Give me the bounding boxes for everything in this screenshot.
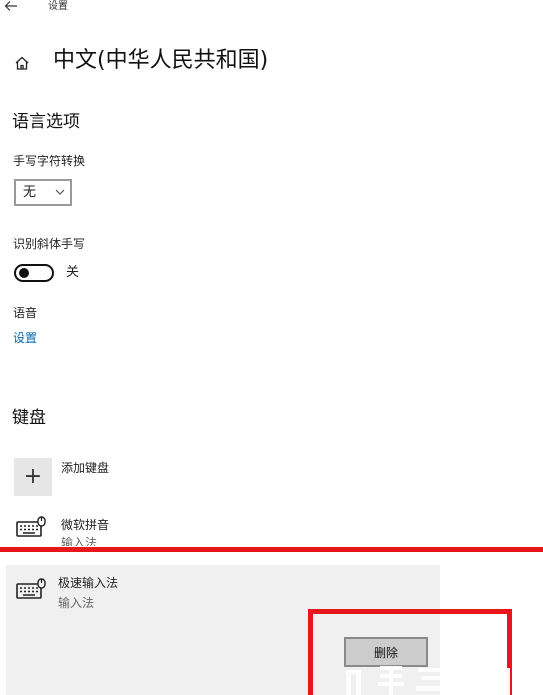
toggle-state-label: 关	[66, 265, 80, 280]
dropdown-value: 无	[23, 185, 37, 200]
handwriting-conversion-label: 手写字符转换	[13, 154, 86, 168]
keyboard-item-type: 输入法	[61, 536, 98, 546]
annotation-line	[0, 547, 543, 552]
keyboard-item-type: 输入法	[58, 596, 95, 610]
keyboard-item-name: 微软拼音	[61, 518, 110, 532]
keyboard-icon	[16, 578, 46, 599]
keyboard-item-name: 极速输入法	[58, 576, 119, 590]
keyboard-icon	[16, 516, 46, 537]
plus-icon: +	[23, 464, 43, 489]
chevron-down-icon	[55, 189, 65, 195]
language-options-heading: 语言选项	[12, 112, 80, 132]
italic-handwriting-toggle[interactable]	[14, 264, 54, 282]
speech-label: 语音	[13, 306, 38, 320]
watermark-logo	[346, 666, 534, 695]
handwriting-conversion-dropdown[interactable]: 无	[14, 179, 72, 206]
page-title: 中文(中华人民共和国)	[53, 48, 269, 73]
back-button[interactable]	[4, 0, 26, 16]
keyboards-heading: 键盘	[12, 408, 46, 428]
italic-handwriting-label: 识别斜体手写	[13, 237, 86, 251]
home-icon	[14, 55, 30, 71]
add-keyboard-button[interactable]: +	[14, 458, 52, 496]
add-keyboard-label[interactable]: 添加键盘	[61, 460, 109, 476]
back-arrow-icon	[4, 1, 17, 11]
keyboard-item-microsoft-pinyin[interactable]: 微软拼音 输入法	[0, 510, 440, 546]
speech-settings-link[interactable]: 设置	[13, 330, 37, 346]
window-title: 设置	[48, 1, 68, 12]
toggle-knob	[19, 268, 29, 278]
